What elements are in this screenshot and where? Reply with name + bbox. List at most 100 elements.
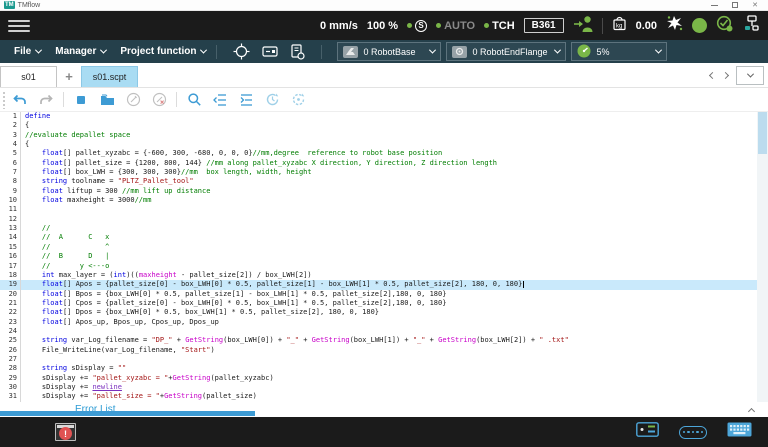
hamburger-menu-icon[interactable] — [8, 20, 30, 32]
line-number: 30 — [0, 383, 21, 392]
robot-base-dropdown[interactable]: 0 RobotBase — [337, 42, 441, 61]
line-number: 10 — [0, 196, 21, 205]
code-line[interactable]: 7 float[] box_LWH = {300, 300, 300}//mm … — [0, 168, 768, 177]
history-icon[interactable] — [264, 92, 280, 108]
close-icon[interactable]: ✕ — [752, 2, 758, 9]
comment-remove-icon[interactable] — [151, 92, 167, 108]
controller-panel-icon[interactable] — [262, 45, 278, 58]
code-line[interactable]: 29 sDisplay += "pallet_xyzabc = "+GetStr… — [0, 374, 768, 383]
horizontal-scrollbar-thumb[interactable] — [0, 411, 255, 416]
indent-icon[interactable] — [238, 92, 254, 108]
code-line[interactable]: 17 // y <---o — [0, 262, 768, 271]
code-line[interactable]: 20 float[] Bpos = {box_LWH[0] * 0.5, pal… — [0, 290, 768, 299]
tab-project[interactable]: s01 — [0, 66, 57, 87]
code-line[interactable]: 15 // ^ — [0, 243, 768, 252]
tab-list-dropdown[interactable] — [736, 66, 764, 85]
line-number: 17 — [0, 262, 21, 271]
code-line[interactable]: 1define — [0, 112, 768, 121]
keyboard-icon[interactable] — [727, 422, 752, 442]
status-circle-icon — [692, 18, 707, 33]
comment-icon[interactable] — [125, 92, 141, 108]
line-number: 16 — [0, 252, 21, 261]
divider — [176, 92, 177, 107]
code-line[interactable]: 23 float[] Apos_up, Bpos_up, Cpos_up, Dp… — [0, 318, 768, 327]
chevron-down-icon — [200, 47, 207, 54]
code-line[interactable]: 5 float[] pallet_xyzabc = {-600, 300, -6… — [0, 149, 768, 158]
code-line[interactable]: 4{ — [0, 140, 768, 149]
code-line[interactable]: 9 float liftup = 300 //mm lift up distan… — [0, 187, 768, 196]
minimize-icon[interactable] — [711, 5, 718, 6]
code-line[interactable]: 27 — [0, 355, 768, 364]
tab-scroll-right-icon[interactable] — [722, 72, 729, 79]
code-line[interactable]: 10 float maxheight = 3000//mm — [0, 196, 768, 205]
maximize-icon[interactable] — [732, 2, 738, 8]
chevron-down-icon — [100, 47, 107, 54]
code-line[interactable]: 16 // B D | — [0, 252, 768, 261]
menu-project-function[interactable]: Project function — [120, 46, 206, 57]
error-window-icon[interactable]: ! — [55, 423, 76, 441]
line-number: 27 — [0, 355, 21, 364]
code-line[interactable]: 25 string var_Log_filename = "DP_" + Get… — [0, 336, 768, 345]
refresh-icon[interactable] — [290, 92, 306, 108]
code-line[interactable]: 22 float[] Dpos = {box_LWH[0] * 0.5, box… — [0, 308, 768, 317]
line-number: 6 — [0, 159, 21, 168]
menu-manager[interactable]: Manager — [55, 46, 106, 57]
svg-text:kg: kg — [616, 24, 622, 30]
code-line[interactable]: 2{ — [0, 121, 768, 130]
chevron-up-icon[interactable] — [749, 401, 754, 419]
outdent-icon[interactable] — [212, 92, 228, 108]
code-line[interactable]: 18 int max_layer = (int)((maxheight - pa… — [0, 271, 768, 280]
code-line[interactable]: 31 sDisplay += "pallet_size = "+GetStrin… — [0, 392, 768, 401]
point-teach-icon[interactable] — [233, 43, 250, 60]
menu-file[interactable]: File — [14, 46, 41, 57]
undo-icon[interactable] — [12, 92, 28, 108]
more-dots-icon[interactable] — [679, 426, 707, 439]
tab-script-active[interactable]: s01.scpt — [81, 66, 138, 87]
vertical-scrollbar[interactable] — [757, 112, 768, 402]
payload-kg-icon: kg — [612, 15, 627, 36]
jog-panel-icon[interactable] — [636, 422, 659, 442]
code-line[interactable]: 3//evaluate depallet space — [0, 131, 768, 140]
code-line[interactable]: 26 File_WriteLine(var_Log_filename, "Sta… — [0, 346, 768, 355]
robot-speed-value: 0 mm/s — [320, 20, 358, 32]
code-line[interactable]: 11 — [0, 205, 768, 214]
flow-connector-icon[interactable] — [743, 15, 760, 37]
indicator-tch: TCH — [484, 20, 515, 32]
script-editor[interactable]: 1define2{3//evaluate depallet space4{5 f… — [0, 112, 768, 402]
tm-logo-icon: TM — [4, 1, 15, 9]
code-line[interactable]: 13 // — [0, 224, 768, 233]
stop-icon[interactable] — [73, 92, 89, 108]
divider — [63, 92, 64, 107]
code-line[interactable]: 30 sDisplay += newline — [0, 383, 768, 392]
copy-icon[interactable] — [99, 92, 115, 108]
chevron-down-icon — [655, 47, 662, 54]
collision-burst-icon[interactable] — [666, 15, 683, 36]
script-file-icon[interactable] — [290, 44, 305, 60]
speed-dropdown[interactable]: 5% — [571, 42, 667, 61]
code-lines: 1define2{3//evaluate depallet space4{5 f… — [0, 112, 768, 402]
line-number: 15 — [0, 243, 21, 252]
line-number: 2 — [0, 121, 21, 130]
code-line[interactable]: 6 float[] pallet_size = {1200, 800, 144}… — [0, 159, 768, 168]
line-number: 14 — [0, 233, 21, 242]
divider — [321, 45, 322, 59]
line-number: 31 — [0, 392, 21, 401]
redo-icon[interactable] — [38, 92, 54, 108]
code-line[interactable]: 24 — [0, 327, 768, 336]
code-line[interactable]: 14 // A C x — [0, 233, 768, 242]
code-line[interactable]: 12 — [0, 215, 768, 224]
code-line[interactable]: 21 float[] Cpos = {pallet_size[0] - box_… — [0, 299, 768, 308]
search-icon[interactable] — [186, 92, 202, 108]
user-login-icon[interactable] — [573, 15, 593, 37]
vertical-scrollbar-thumb[interactable] — [758, 112, 767, 154]
code-line[interactable]: 28 string sDisplay = "" — [0, 364, 768, 373]
add-tab-button[interactable]: + — [59, 66, 79, 87]
code-line[interactable]: 19 float[] Apos = {pallet_size[0] - box_… — [0, 280, 768, 289]
line-number: 18 — [0, 271, 21, 280]
tab-scroll-left-icon[interactable] — [709, 72, 716, 79]
robot-end-flange-dropdown[interactable]: 0 RobotEndFlange — [446, 42, 566, 61]
tab-row: s01 + s01.scpt — [0, 63, 768, 88]
code-line[interactable]: 8 string toolname = "PLTZ_Pallet_tool" — [0, 177, 768, 186]
drag-handle[interactable] — [2, 91, 7, 109]
green-dot-icon — [407, 23, 412, 28]
